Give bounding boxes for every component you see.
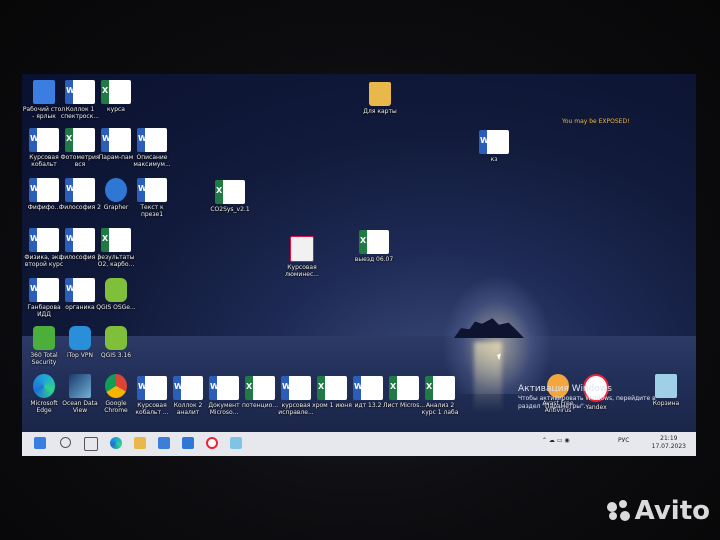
word-icon [137, 178, 167, 202]
icon-label: Анализ 2 курс 1 лаба [421, 402, 459, 416]
app-edge-icon [33, 374, 55, 398]
activation-line1: Чтобы активировать Windows, перейдите в [518, 395, 656, 402]
word-icon [29, 178, 59, 202]
icon-tekst-prez[interactable]: Текст к презе1 [130, 178, 174, 218]
icon-opisanie[interactable]: Описание максимум... [130, 128, 174, 168]
word-icon [137, 128, 167, 152]
word-icon [173, 376, 203, 400]
icon-k3[interactable]: кз [472, 130, 516, 163]
app-itop-icon [69, 326, 91, 350]
desktop-screen: Рабочий стол - ярлыкКоллок 1 спектроск..… [22, 74, 696, 456]
icon-label: QGIS OSGe... [96, 304, 136, 311]
avito-logo-icon [606, 500, 631, 522]
task-view-icon[interactable] [84, 437, 98, 451]
app-ocean-icon [69, 374, 91, 398]
windows-activation-notice: Активация Windows Чтобы активировать Win… [518, 384, 656, 411]
icon-rezultaty[interactable]: результаты O2, карбо... [94, 228, 138, 268]
taskbar-store-icon[interactable] [158, 437, 170, 449]
excel-icon [389, 376, 419, 400]
security-widget[interactable]: You may be EXPOSED! [562, 118, 630, 125]
start-button[interactable] [34, 437, 46, 449]
word-icon [65, 80, 95, 104]
app-qgis-icon [105, 278, 127, 302]
app-green-icon [33, 326, 55, 350]
taskbar-mail-icon[interactable] [182, 437, 194, 449]
icon-analit2[interactable]: Анализ 2 курс 1 лаба [418, 376, 462, 416]
taskbar-yandex-icon[interactable] [206, 437, 218, 449]
icon-folder-cards[interactable]: Для карты [358, 82, 402, 115]
icon-qgis316[interactable]: QGIS 3.16 [94, 326, 138, 359]
excel-icon [101, 80, 131, 104]
icon-qgis-osge[interactable]: QGIS OSGe... [94, 278, 138, 311]
word-icon [65, 228, 95, 252]
tray-clock[interactable]: 21:19 17.07.2023 [652, 435, 686, 451]
word-icon [65, 278, 95, 302]
app-qgis-icon [105, 326, 127, 350]
icon-label: результаты O2, карбо... [97, 254, 135, 268]
word-icon [353, 376, 383, 400]
icon-label: Курсовая люминес... [285, 264, 319, 278]
avito-brand-text: Avito [634, 496, 710, 526]
word-icon [209, 376, 239, 400]
word-icon [101, 128, 131, 152]
clock-time: 21:19 [660, 435, 678, 442]
icon-label: Для карты [363, 108, 397, 115]
avito-watermark: Avito [606, 496, 710, 526]
widget-text: You may be EXPOSED! [562, 118, 630, 125]
activation-line2: раздел "Параметры". [518, 403, 586, 410]
search-icon[interactable] [60, 437, 71, 448]
word-icon [29, 228, 59, 252]
word-icon [65, 178, 95, 202]
app-win-icon [33, 80, 55, 104]
app-blue-icon [105, 178, 127, 202]
pptx-icon [290, 236, 314, 262]
wallpaper-reflection [474, 342, 502, 412]
word-icon [29, 128, 59, 152]
clock-date: 17.07.2023 [651, 443, 686, 450]
icon-label: QGIS 3.16 [100, 352, 132, 359]
tray-language[interactable]: РУС [618, 437, 629, 444]
icon-kursovaya-lum[interactable]: Курсовая люминес... [280, 236, 324, 278]
excel-icon [317, 376, 347, 400]
word-icon [137, 376, 167, 400]
icon-vyezd[interactable]: выезд 06.07 [352, 230, 396, 263]
excel-icon [215, 180, 245, 204]
taskbar-app-icon[interactable] [230, 437, 242, 449]
icon-label: CO2Sys_v2.1 [210, 206, 250, 213]
taskbar-explorer-icon[interactable] [134, 437, 146, 449]
folder-icon [369, 82, 391, 106]
excel-icon [101, 228, 131, 252]
word-icon [29, 278, 59, 302]
app-trash-icon [655, 374, 677, 398]
icon-label: выезд 06.07 [354, 256, 394, 263]
excel-icon [65, 128, 95, 152]
word-icon [479, 130, 509, 154]
icon-label: Текст к презе1 [140, 204, 164, 218]
activation-title: Активация Windows [518, 384, 612, 394]
icon-label: кз [490, 156, 498, 163]
icon-label: Описание максимум... [133, 154, 171, 168]
taskbar-edge-icon[interactable] [110, 437, 122, 449]
tray-icons[interactable]: ⌃ ☁ ▭ ◉ [542, 437, 570, 444]
excel-icon [359, 230, 389, 254]
app-chrome-icon [105, 374, 127, 398]
excel-icon [425, 376, 455, 400]
taskbar: ⌃ ☁ ▭ ◉ РУС 21:19 17.07.2023 [22, 432, 696, 456]
excel-icon [245, 376, 275, 400]
icon-co2sys[interactable]: CO2Sys_v2.1 [208, 180, 252, 213]
word-icon [281, 376, 311, 400]
icon-label: курса [107, 106, 125, 113]
icon-kursa[interactable]: курса [94, 80, 138, 113]
